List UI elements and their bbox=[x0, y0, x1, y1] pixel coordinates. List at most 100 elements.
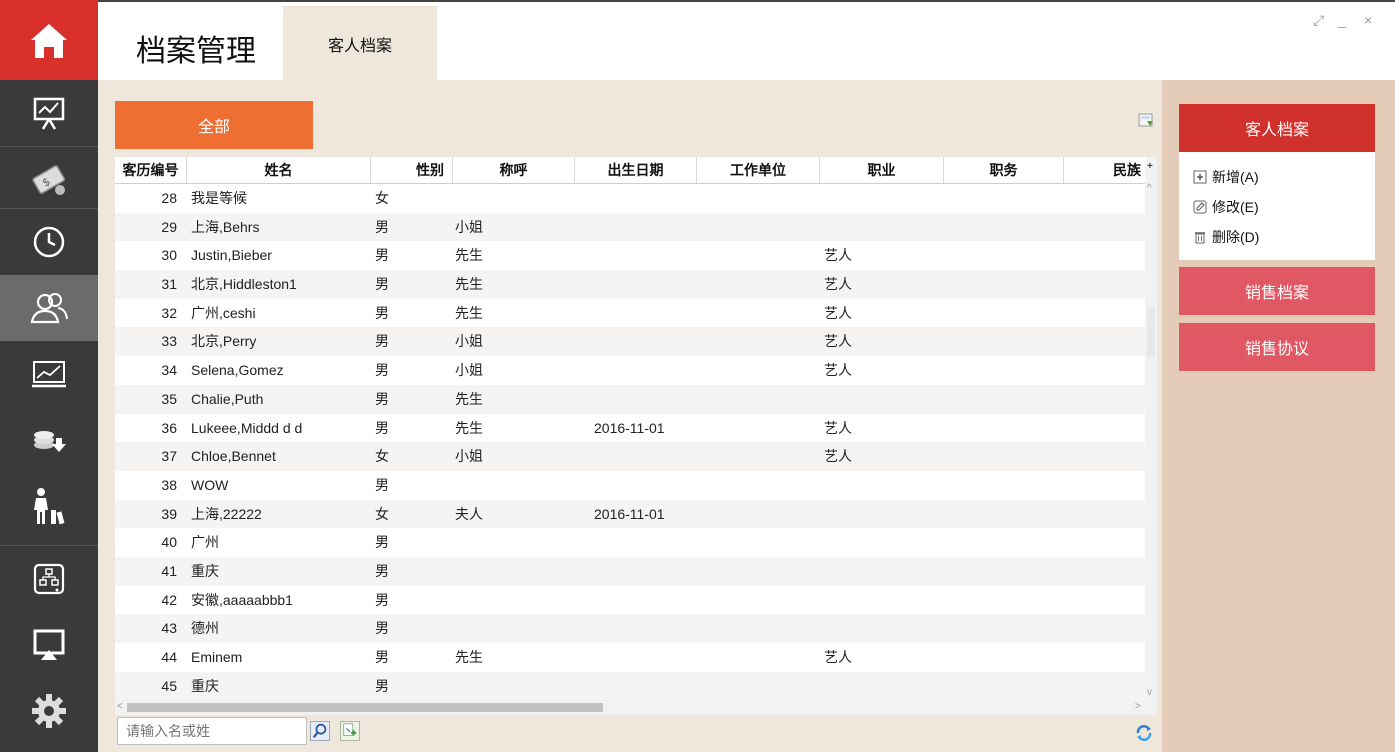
screen-share-icon bbox=[33, 629, 65, 660]
table-cell: 男 bbox=[375, 390, 389, 407]
table-cell: 43 bbox=[161, 620, 177, 637]
column-chooser-icon[interactable]: + bbox=[1147, 161, 1153, 172]
table-row[interactable]: 44 Eminem 男 先生 艺人 bbox=[115, 643, 1145, 672]
table-row[interactable]: 45 重庆 男 bbox=[115, 671, 1145, 701]
table-cell: 夫人 bbox=[455, 505, 483, 522]
table-row[interactable]: 38 WOW 男 bbox=[115, 471, 1145, 500]
scroll-right-icon[interactable]: > bbox=[1135, 701, 1141, 712]
column-header[interactable]: 职业 bbox=[820, 157, 944, 183]
sales-agreement-button[interactable]: 销售协议 bbox=[1179, 323, 1375, 371]
filter-all-button[interactable]: 全部 bbox=[115, 101, 313, 149]
add-guest-button[interactable] bbox=[340, 721, 360, 741]
table-cell bbox=[948, 614, 1062, 643]
column-header[interactable]: 工作单位 bbox=[697, 157, 820, 183]
table-row[interactable]: 33 北京,Perry 男 小姐 艺人 bbox=[115, 327, 1145, 357]
table-cell bbox=[1068, 327, 1142, 356]
delete-button[interactable]: 删除(D) bbox=[1193, 225, 1259, 249]
table-cell bbox=[700, 500, 818, 529]
sidebar-item-history[interactable] bbox=[0, 209, 98, 275]
table-row[interactable]: 41 重庆 男 bbox=[115, 556, 1145, 586]
sidebar-item-dashboard[interactable] bbox=[0, 80, 98, 146]
scroll-left-icon[interactable]: < bbox=[117, 701, 123, 712]
table-row[interactable]: 29 上海,Behrs 男 小姐 bbox=[115, 212, 1145, 242]
column-header[interactable]: 姓名 bbox=[187, 157, 371, 183]
table-cell bbox=[455, 614, 573, 643]
horizontal-scrollbar[interactable]: < > bbox=[115, 700, 1145, 715]
table-cell bbox=[700, 184, 818, 213]
table-row[interactable]: 39 上海,22222 女 夫人 2016-11-01 bbox=[115, 499, 1145, 529]
export-icon[interactable] bbox=[1138, 112, 1154, 128]
table-cell bbox=[594, 672, 714, 701]
scroll-up-icon[interactable]: ^ bbox=[1147, 183, 1152, 194]
table-cell: 北京,Perry bbox=[191, 333, 257, 350]
column-header[interactable]: 职务 bbox=[944, 157, 1064, 183]
edit-button[interactable]: 修改(E) bbox=[1193, 195, 1259, 219]
column-header[interactable]: 客历编号 bbox=[115, 157, 187, 183]
delete-button-label: 删除(D) bbox=[1212, 229, 1260, 245]
scroll-thumb[interactable] bbox=[127, 703, 603, 712]
table-row[interactable]: 40 广州 男 bbox=[115, 528, 1145, 557]
search-input[interactable] bbox=[117, 717, 307, 745]
table-cell bbox=[948, 500, 1062, 529]
table-cell bbox=[948, 327, 1062, 356]
table-row[interactable]: 43 德州 男 bbox=[115, 614, 1145, 643]
table-row[interactable]: 37 Chloe,Bennet 女 小姐 艺人 bbox=[115, 442, 1145, 471]
search-button[interactable] bbox=[310, 721, 330, 741]
sidebar-item-organization[interactable] bbox=[0, 546, 98, 612]
edit-icon bbox=[1193, 200, 1207, 214]
table-cell bbox=[455, 557, 573, 586]
sidebar-item-checkout[interactable] bbox=[0, 473, 98, 539]
table-cell: 男 bbox=[375, 218, 389, 235]
column-header[interactable]: 民族 bbox=[1064, 157, 1145, 183]
table-cell: 女 bbox=[375, 190, 389, 206]
sidebar-item-guests[interactable] bbox=[0, 275, 98, 341]
table-cell bbox=[1068, 471, 1142, 500]
sales-profile-button[interactable]: 销售档案 bbox=[1179, 267, 1375, 315]
sidebar-item-money[interactable]: $ bbox=[0, 147, 98, 213]
close-button[interactable]: × bbox=[1364, 12, 1372, 28]
table-cell: 30 bbox=[161, 247, 177, 264]
table-cell bbox=[824, 614, 942, 643]
sidebar-item-cashier[interactable] bbox=[0, 407, 98, 473]
tab-guest-profile[interactable]: 客人档案 bbox=[283, 6, 437, 82]
table-cell: 重庆 bbox=[191, 562, 219, 579]
maximize-button[interactable]: ⤢ bbox=[1313, 12, 1324, 29]
minimize-button[interactable]: _ bbox=[1338, 12, 1346, 28]
sidebar-item-home[interactable] bbox=[0, 0, 98, 80]
table-row[interactable]: 35 Chalie,Puth 男 先生 bbox=[115, 384, 1145, 414]
column-header[interactable]: 称呼 bbox=[453, 157, 575, 183]
table-cell: 艺人 bbox=[824, 448, 852, 465]
table-cell bbox=[824, 672, 942, 701]
table-cell bbox=[594, 327, 714, 356]
money-icon: $ bbox=[32, 165, 66, 195]
table-row[interactable]: 36 Lukeee,Middd d d 男 先生 2016-11-01 艺人 bbox=[115, 414, 1145, 443]
scroll-thumb[interactable] bbox=[1147, 307, 1155, 357]
table-cell bbox=[700, 557, 818, 586]
table-cell bbox=[700, 471, 818, 500]
table-row[interactable]: 30 Justin,Bieber 男 先生 艺人 bbox=[115, 241, 1145, 270]
table-cell bbox=[1068, 385, 1142, 414]
sidebar-item-reports[interactable] bbox=[0, 341, 98, 407]
table-row[interactable]: 31 北京,Hiddleston1 男 先生 艺人 bbox=[115, 270, 1145, 299]
column-header[interactable]: 出生日期 bbox=[575, 157, 697, 183]
table-cell: 男 bbox=[375, 476, 389, 493]
table-cell bbox=[948, 299, 1062, 328]
table-cell bbox=[700, 643, 818, 672]
scroll-down-icon[interactable]: v bbox=[1147, 687, 1152, 698]
table-row[interactable]: 34 Selena,Gomez 男 小姐 艺人 bbox=[115, 356, 1145, 385]
table-cell: 小姐 bbox=[455, 362, 483, 379]
sidebar-item-display[interactable] bbox=[0, 612, 98, 678]
sidebar-item-settings[interactable] bbox=[0, 678, 98, 744]
table-cell: 男 bbox=[375, 562, 389, 579]
table-cell bbox=[594, 643, 714, 672]
table-header: 客历编号 姓名 性别 称呼 出生日期 工作单位 职业 职务 民族 bbox=[115, 157, 1145, 184]
table-row[interactable]: 32 广州,ceshi 男 先生 艺人 bbox=[115, 299, 1145, 328]
table-cell bbox=[948, 672, 1062, 701]
vertical-scrollbar[interactable]: + ^ v bbox=[1145, 157, 1157, 715]
add-button[interactable]: 新增(A) bbox=[1193, 165, 1259, 189]
table-row[interactable]: 42 安徽,aaaaabbb1 男 bbox=[115, 586, 1145, 615]
coins-down-icon bbox=[34, 431, 66, 452]
table-row[interactable]: 28 我是等候 女 bbox=[115, 184, 1145, 213]
refresh-icon[interactable] bbox=[1135, 724, 1153, 742]
column-header[interactable]: 性别 bbox=[371, 157, 453, 183]
